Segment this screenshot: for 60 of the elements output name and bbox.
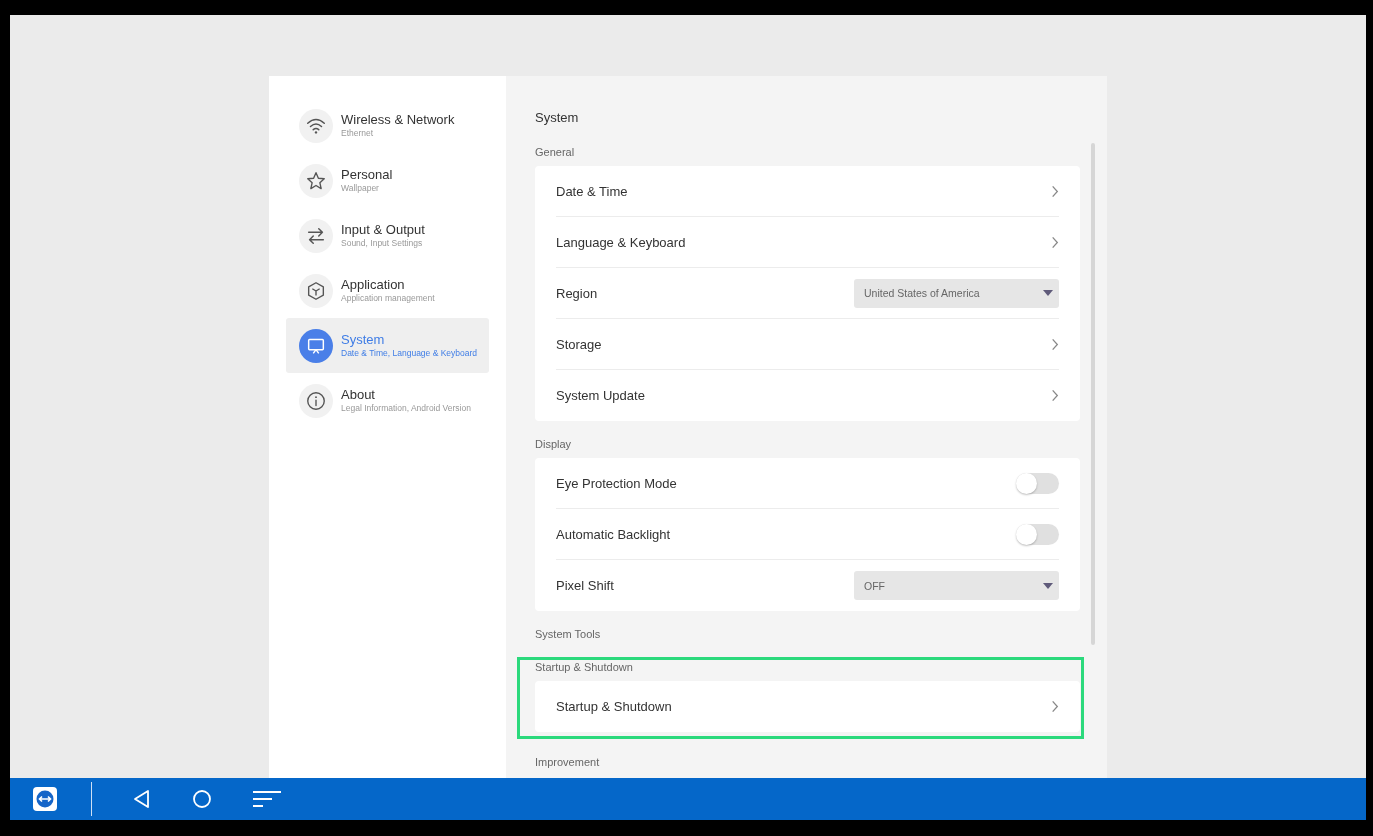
sidebar-item-title: Application	[341, 277, 406, 293]
dropdown[interactable]: OFF	[854, 571, 1059, 600]
chevron-right-icon	[1051, 337, 1059, 351]
section-label: System Tools	[535, 627, 602, 641]
page-title: System	[535, 110, 580, 126]
row-label: Region	[556, 285, 598, 301]
menu-icon[interactable]	[252, 789, 282, 809]
settings-row[interactable]: Startup & Shutdown	[556, 681, 1059, 732]
cube-icon	[305, 279, 327, 302]
dropdown[interactable]: United States of America	[854, 278, 1059, 308]
row-label: Eye Protection Mode	[556, 475, 677, 491]
sidebar-item-subtitle: Sound, Input Settings	[341, 238, 424, 249]
section-label: Improvement	[535, 755, 601, 769]
sidebar-item-subtitle: Wallpaper	[341, 183, 380, 194]
row-label: Startup & Shutdown	[556, 699, 672, 714]
settings-row[interactable]: Date & Time	[556, 166, 1059, 217]
chevron-right-icon	[1051, 700, 1059, 713]
row-label: Pixel Shift	[556, 578, 614, 593]
toggle-switch[interactable]	[1016, 472, 1059, 494]
back-icon[interactable]	[132, 789, 152, 809]
sidebar-item[interactable]: Wireless & Network Ethernet	[286, 98, 489, 153]
sidebar-item-subtitle: Application management	[341, 293, 435, 304]
settings-row[interactable]: System Update	[556, 370, 1059, 421]
star-icon	[305, 169, 327, 192]
sidebar-item-title: System	[341, 332, 386, 348]
sidebar-item-subtitle: Legal Information, Android Version	[341, 403, 471, 414]
row-label: Date & Time	[556, 183, 628, 199]
settings-row[interactable]: Language & Keyboard	[556, 217, 1059, 268]
remote-app-icon[interactable]	[32, 786, 58, 812]
chevron-right-icon	[1051, 389, 1059, 402]
sidebar-item-title: About	[341, 387, 376, 403]
toggle-switch[interactable]	[1016, 523, 1059, 545]
row-label: Automatic Backlight	[556, 526, 671, 542]
section-label: Startup & Shutdown	[535, 660, 634, 674]
sidebar-item-title: Personal	[341, 167, 393, 183]
home-icon[interactable]	[192, 789, 212, 809]
settings-row[interactable]: Pixel Shift OFF	[556, 560, 1059, 611]
settings-row[interactable]: Storage	[556, 319, 1059, 370]
settings-row[interactable]: Automatic Backlight	[556, 509, 1059, 560]
row-label: System Update	[556, 388, 645, 403]
chevron-right-icon	[1051, 235, 1059, 249]
sidebar-item-title: Input & Output	[341, 222, 425, 238]
chevron-right-icon	[1051, 184, 1059, 198]
section-label: Display	[535, 437, 573, 451]
sidebar-item-subtitle: Ethernet	[341, 128, 375, 139]
sidebar-item-title: Wireless & Network	[341, 112, 455, 128]
row-label: Language & Keyboard	[556, 234, 686, 250]
sidebar-item[interactable]: Input & Output Sound, Input Settings	[286, 208, 489, 263]
sidebar-item-subtitle: Date & Time, Language & Keyboard	[341, 348, 478, 359]
section-label: General	[535, 145, 576, 159]
info-icon	[305, 389, 327, 412]
sidebar-item[interactable]: About Legal Information, Android Version	[286, 373, 489, 428]
sidebar-item[interactable]: Application Application management	[286, 263, 489, 318]
settings-row[interactable]: Eye Protection Mode	[556, 458, 1059, 509]
sidebar-item[interactable]: System Date & Time, Language & Keyboard	[286, 318, 489, 373]
settings-row[interactable]: Region United States of America	[556, 268, 1059, 319]
dropdown-caret-icon	[1043, 290, 1053, 296]
sidebar-item[interactable]: Personal Wallpaper	[286, 153, 489, 208]
row-label: Storage	[556, 336, 602, 352]
dropdown-caret-icon	[1043, 582, 1053, 589]
